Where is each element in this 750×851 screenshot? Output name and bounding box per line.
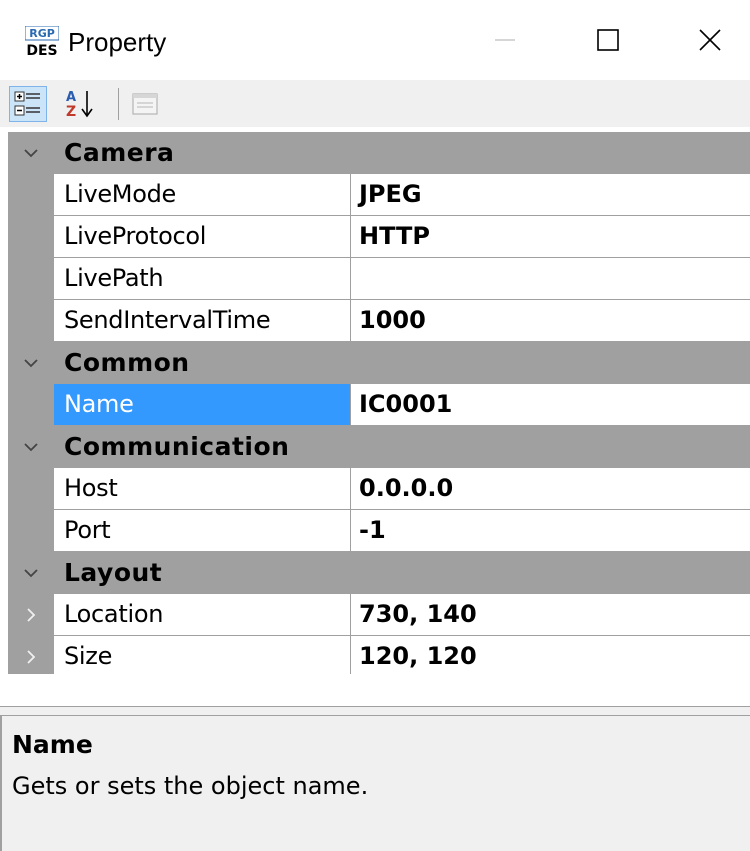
property-name[interactable]: Size xyxy=(54,636,351,678)
svg-text:RGP: RGP xyxy=(29,27,55,40)
chevron-down-icon[interactable] xyxy=(8,552,54,594)
property-row[interactable]: LiveMode JPEG xyxy=(8,174,750,216)
category-layout[interactable]: Layout xyxy=(8,552,750,594)
property-pages-icon xyxy=(132,93,158,115)
property-name[interactable]: Port xyxy=(54,510,351,552)
description-text: Gets or sets the object name. xyxy=(12,772,369,800)
property-row[interactable]: LiveProtocol HTTP xyxy=(8,216,750,258)
property-value[interactable]: 0.0.0.0 xyxy=(351,468,750,510)
row-gutter xyxy=(8,174,54,216)
row-gutter xyxy=(8,510,54,552)
property-name[interactable]: Location xyxy=(54,594,351,636)
property-value[interactable]: IC0001 xyxy=(351,384,750,426)
category-label: Common xyxy=(64,348,190,377)
chevron-right-icon xyxy=(27,608,36,622)
property-row[interactable]: Size 120, 120 xyxy=(8,636,750,678)
category-label: Layout xyxy=(64,558,163,587)
property-name[interactable]: LiveProtocol xyxy=(54,216,351,258)
svg-text:DES: DES xyxy=(26,43,57,58)
title-bar[interactable]: RGP DES Property xyxy=(0,0,750,80)
property-value[interactable]: JPEG xyxy=(351,174,750,216)
categorized-button[interactable] xyxy=(9,86,47,122)
close-icon xyxy=(699,29,721,51)
svg-text:A: A xyxy=(66,90,76,105)
category-communication[interactable]: Communication xyxy=(8,426,750,468)
property-row[interactable]: Host 0.0.0.0 xyxy=(8,468,750,510)
property-name[interactable]: SendIntervalTime xyxy=(54,300,351,342)
property-value[interactable]: 120, 120 xyxy=(351,636,750,678)
row-gutter xyxy=(8,258,54,300)
expand-toggle[interactable] xyxy=(8,594,54,636)
category-common[interactable]: Common xyxy=(8,342,750,384)
property-value[interactable]: HTTP xyxy=(351,216,750,258)
maximize-button[interactable] xyxy=(568,0,648,80)
row-gutter xyxy=(8,216,54,258)
property-value[interactable]: 730, 140 xyxy=(351,594,750,636)
row-gutter xyxy=(8,468,54,510)
property-row[interactable]: Location 730, 140 xyxy=(8,594,750,636)
property-value[interactable]: -1 xyxy=(351,510,750,552)
help-splitter[interactable] xyxy=(0,706,750,716)
property-name[interactable]: LiveMode xyxy=(54,174,351,216)
property-name[interactable]: Name xyxy=(54,384,351,426)
grid-empty-area xyxy=(8,674,750,707)
chevron-down-icon[interactable] xyxy=(8,132,54,174)
svg-text:Z: Z xyxy=(66,104,76,120)
minimize-icon xyxy=(495,39,515,41)
description-pane: Name Gets or sets the object name. xyxy=(0,716,750,851)
property-value[interactable] xyxy=(351,258,750,300)
property-name[interactable]: LivePath xyxy=(54,258,351,300)
property-row[interactable]: SendIntervalTime 1000 xyxy=(8,300,750,342)
description-title: Name xyxy=(12,730,93,759)
property-grid[interactable]: Camera LiveMode JPEG LiveProtocol HTTP L… xyxy=(8,132,750,707)
expand-toggle[interactable] xyxy=(8,636,54,678)
property-window: RGP DES Property A Z Camera LiveMode JPE… xyxy=(0,0,750,851)
property-row[interactable]: Port -1 xyxy=(8,510,750,552)
chevron-down-icon[interactable] xyxy=(8,426,54,468)
category-label: Camera xyxy=(64,138,175,167)
category-label: Communication xyxy=(64,432,290,461)
window-title: Property xyxy=(68,27,167,57)
property-pages-button[interactable] xyxy=(126,86,164,122)
alphabetical-button[interactable]: A Z xyxy=(61,86,99,122)
row-gutter xyxy=(8,384,54,426)
chevron-right-icon xyxy=(27,650,36,664)
property-name[interactable]: Host xyxy=(54,468,351,510)
property-row[interactable]: LivePath xyxy=(8,258,750,300)
row-gutter xyxy=(8,300,54,342)
app-icon: RGP DES xyxy=(25,26,59,58)
category-camera[interactable]: Camera xyxy=(8,132,750,174)
property-row-selected[interactable]: Name IC0001 xyxy=(8,384,750,426)
maximize-icon xyxy=(597,29,619,51)
toolbar-separator xyxy=(118,88,119,120)
chevron-down-icon[interactable] xyxy=(8,342,54,384)
property-toolbar: A Z xyxy=(0,80,750,127)
property-value[interactable]: 1000 xyxy=(351,300,750,342)
close-button[interactable] xyxy=(670,0,750,80)
minimize-button[interactable] xyxy=(465,0,545,80)
categorized-icon xyxy=(14,91,40,116)
alphabetical-icon: A Z xyxy=(66,90,93,120)
